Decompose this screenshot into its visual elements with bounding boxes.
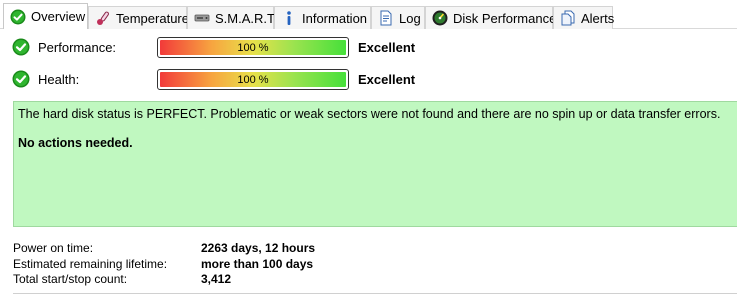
tab-label: Disk Performance	[453, 10, 557, 26]
remaining-lifetime-label: Estimated remaining lifetime:	[13, 256, 168, 271]
tab-overview[interactable]: Overview	[3, 3, 88, 29]
tab-label: S.M.A.R.T.	[215, 10, 278, 26]
start-stop-label: Total start/stop count:	[13, 271, 128, 286]
tab-disk-performance[interactable]: Disk Performance	[425, 6, 557, 29]
performance-row: Performance:	[12, 37, 164, 57]
tab-label: Log	[399, 10, 421, 26]
tab-temperature[interactable]: Temperature	[88, 6, 189, 29]
tab-information[interactable]: Information	[274, 6, 371, 29]
status-message-box: The hard disk status is PERFECT. Problem…	[13, 101, 737, 227]
tab-log[interactable]: Log	[371, 6, 425, 29]
health-rating: Excellent	[358, 72, 416, 87]
disk-drive-icon	[194, 10, 210, 26]
info-icon	[281, 10, 297, 26]
performance-label: Performance:	[38, 39, 117, 55]
tab-alerts[interactable]: Alerts	[553, 6, 615, 29]
performance-percent: 100 %	[237, 41, 269, 54]
alerts-document-icon	[560, 10, 576, 26]
log-document-icon	[378, 10, 394, 26]
health-bar: 100 %	[157, 69, 349, 90]
tab-bar: Overview Temperature S.M.A.R.T. Informat…	[0, 0, 737, 29]
performance-bar: 100 %	[157, 37, 349, 58]
health-row: Health:	[12, 69, 164, 89]
thermometer-icon	[95, 10, 111, 26]
power-on-row: Power on time: 2263 days, 12 hours	[13, 240, 315, 255]
bottom-divider	[13, 293, 737, 294]
tab-label: Temperature	[116, 10, 189, 26]
speedometer-icon	[432, 10, 448, 26]
performance-rating: Excellent	[358, 40, 416, 55]
overview-panel: Performance: 100 % Excellent Health: 100…	[0, 29, 737, 296]
power-on-value: 2263 days, 12 hours	[201, 240, 316, 255]
remaining-lifetime-value: more than 100 days	[201, 256, 314, 271]
health-percent: 100 %	[237, 73, 269, 86]
status-action: No actions needed.	[18, 136, 133, 150]
health-label: Health:	[38, 71, 80, 87]
tab-label: Overview	[31, 9, 86, 24]
check-circle-icon	[12, 70, 30, 88]
status-message: The hard disk status is PERFECT. Problem…	[18, 107, 721, 121]
tab-smart[interactable]: S.M.A.R.T.	[187, 6, 278, 29]
check-circle-icon	[12, 38, 30, 56]
tab-label: Information	[302, 10, 368, 26]
remaining-lifetime-row: Estimated remaining lifetime: more than …	[13, 256, 313, 271]
check-circle-icon	[10, 9, 26, 25]
power-on-label: Power on time:	[13, 240, 94, 255]
start-stop-value: 3,412	[201, 271, 232, 286]
tab-label: Alerts	[581, 10, 615, 26]
start-stop-row: Total start/stop count: 3,412	[13, 271, 231, 286]
